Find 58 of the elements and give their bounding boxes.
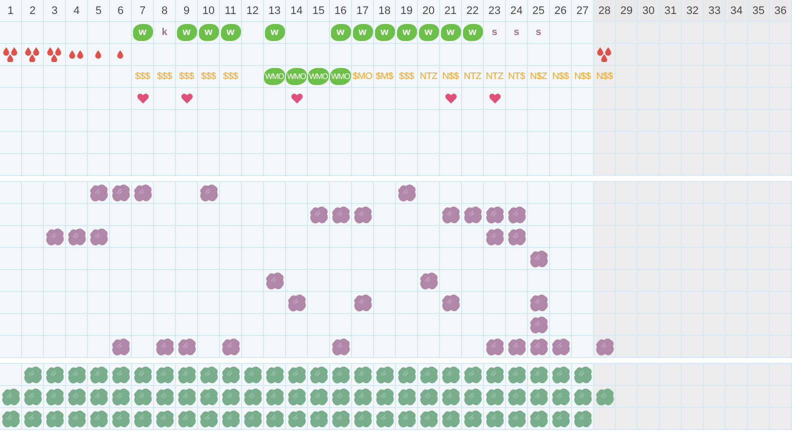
drops-icon <box>597 46 612 62</box>
drops-icon <box>117 50 124 59</box>
marker-tag: WMO <box>264 68 285 85</box>
price-marker: $$$ <box>223 71 238 82</box>
day-header: 35 <box>748 0 770 22</box>
marker-tag: w <box>176 24 196 41</box>
marker-letter: s <box>492 27 498 38</box>
day-header: 30 <box>638 0 660 22</box>
drops-icon <box>3 46 18 62</box>
day-header: 32 <box>682 0 704 22</box>
day-header: 36 <box>770 0 792 22</box>
day-header: 29 <box>616 0 638 22</box>
heart-icon <box>290 93 302 104</box>
price-marker: $$$ <box>157 71 172 82</box>
price-marker: $$$ <box>135 71 150 82</box>
marker-tag: w <box>462 24 482 41</box>
heart-icon <box>444 93 456 104</box>
marker-tag: WMO <box>286 68 307 85</box>
price-marker: N$$ <box>442 71 459 82</box>
marker-tag: w <box>374 24 394 41</box>
marker-tag: w <box>330 24 350 41</box>
marker-tag: w <box>220 24 240 41</box>
day-header: 33 <box>704 0 726 22</box>
heart-icon <box>180 93 192 104</box>
marker-tag: w <box>352 24 372 41</box>
drops-icon <box>47 46 62 62</box>
price-marker: NT$ <box>508 71 526 82</box>
marker-letter: s <box>514 27 520 38</box>
price-marker: NTZ <box>486 71 504 82</box>
drops-icon <box>25 46 40 62</box>
drops-icon <box>69 50 84 59</box>
price-marker: $$$ <box>201 71 216 82</box>
day-header: 31 <box>660 0 682 22</box>
price-marker: $$$ <box>399 71 414 82</box>
drops-icon <box>95 50 102 59</box>
heart-icon <box>136 93 148 104</box>
marker-tag: w <box>132 24 152 41</box>
marker-tag: w <box>418 24 438 41</box>
price-marker: NTZ <box>420 71 438 82</box>
price-marker: N$Z <box>530 71 548 82</box>
marker-tag: WMO <box>308 68 329 85</box>
heart-icon <box>488 93 500 104</box>
price-marker: NTZ <box>464 71 482 82</box>
marker-tag: w <box>264 24 284 41</box>
price-marker: N$$ <box>596 71 613 82</box>
day-header: 28 <box>594 0 616 22</box>
price-marker: $$$ <box>179 71 194 82</box>
marker-tag: WMO <box>330 68 351 85</box>
marker-tag: w <box>440 24 460 41</box>
price-marker: N$$ <box>552 71 569 82</box>
price-marker: N$$ <box>574 71 591 82</box>
marker-letter: k <box>162 27 168 38</box>
marker-tag: w <box>198 24 218 41</box>
price-marker: $M$ <box>376 71 394 82</box>
marker-letter: s <box>536 27 542 38</box>
marker-tag: w <box>396 24 416 41</box>
day-header: 34 <box>726 0 748 22</box>
price-marker: $MO <box>352 71 372 82</box>
